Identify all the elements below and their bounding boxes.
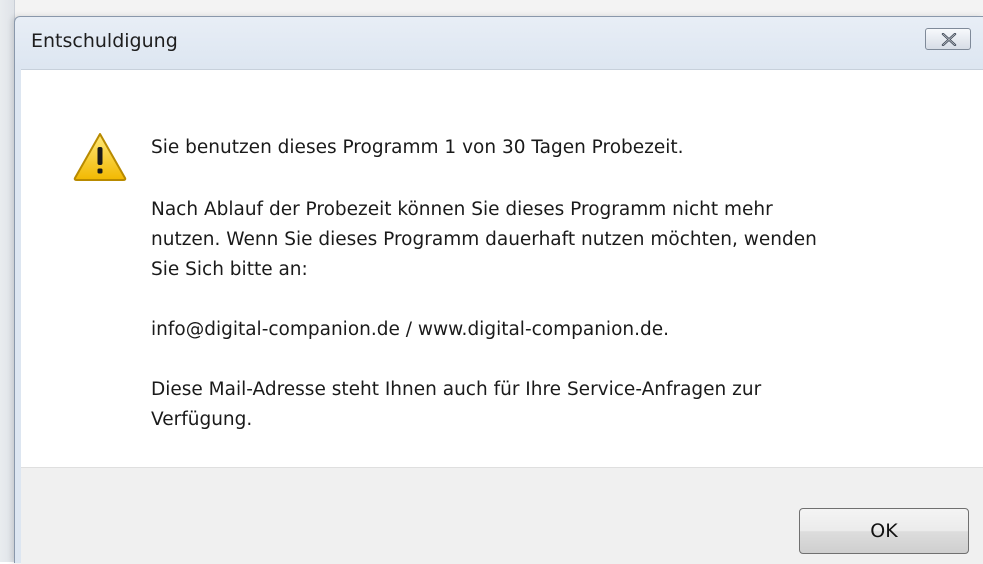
dialog-window: Entschuldigung Sie benutzen dieses Progr… xyxy=(14,16,983,564)
message-line-3: nutzen. Wenn Sie dieses Programm dauerha… xyxy=(151,229,817,250)
title-bar[interactable]: Entschuldigung xyxy=(15,17,983,69)
window-title: Entschuldigung xyxy=(31,30,178,52)
warning-icon xyxy=(73,133,127,181)
dialog-footer: OK xyxy=(21,467,983,564)
ok-button[interactable]: OK xyxy=(799,508,969,554)
close-button[interactable] xyxy=(925,28,971,50)
background-window-edge xyxy=(0,0,15,562)
contact-info: info@digital-companion.de / www.digital-… xyxy=(151,319,669,340)
message-line-6: Diese Mail-Adresse steht Ihnen auch für … xyxy=(151,379,762,400)
message-line-7: Verfügung. xyxy=(151,409,253,430)
message-line-2: Nach Ablauf der Probezeit können Sie die… xyxy=(151,199,773,220)
message-line-1: Sie benutzen dieses Programm 1 von 30 Ta… xyxy=(151,137,684,158)
dialog-content: Sie benutzen dieses Programm 1 von 30 Ta… xyxy=(21,69,983,468)
message-line-4: Sie Sich bitte an: xyxy=(151,259,308,280)
close-icon xyxy=(941,33,957,46)
